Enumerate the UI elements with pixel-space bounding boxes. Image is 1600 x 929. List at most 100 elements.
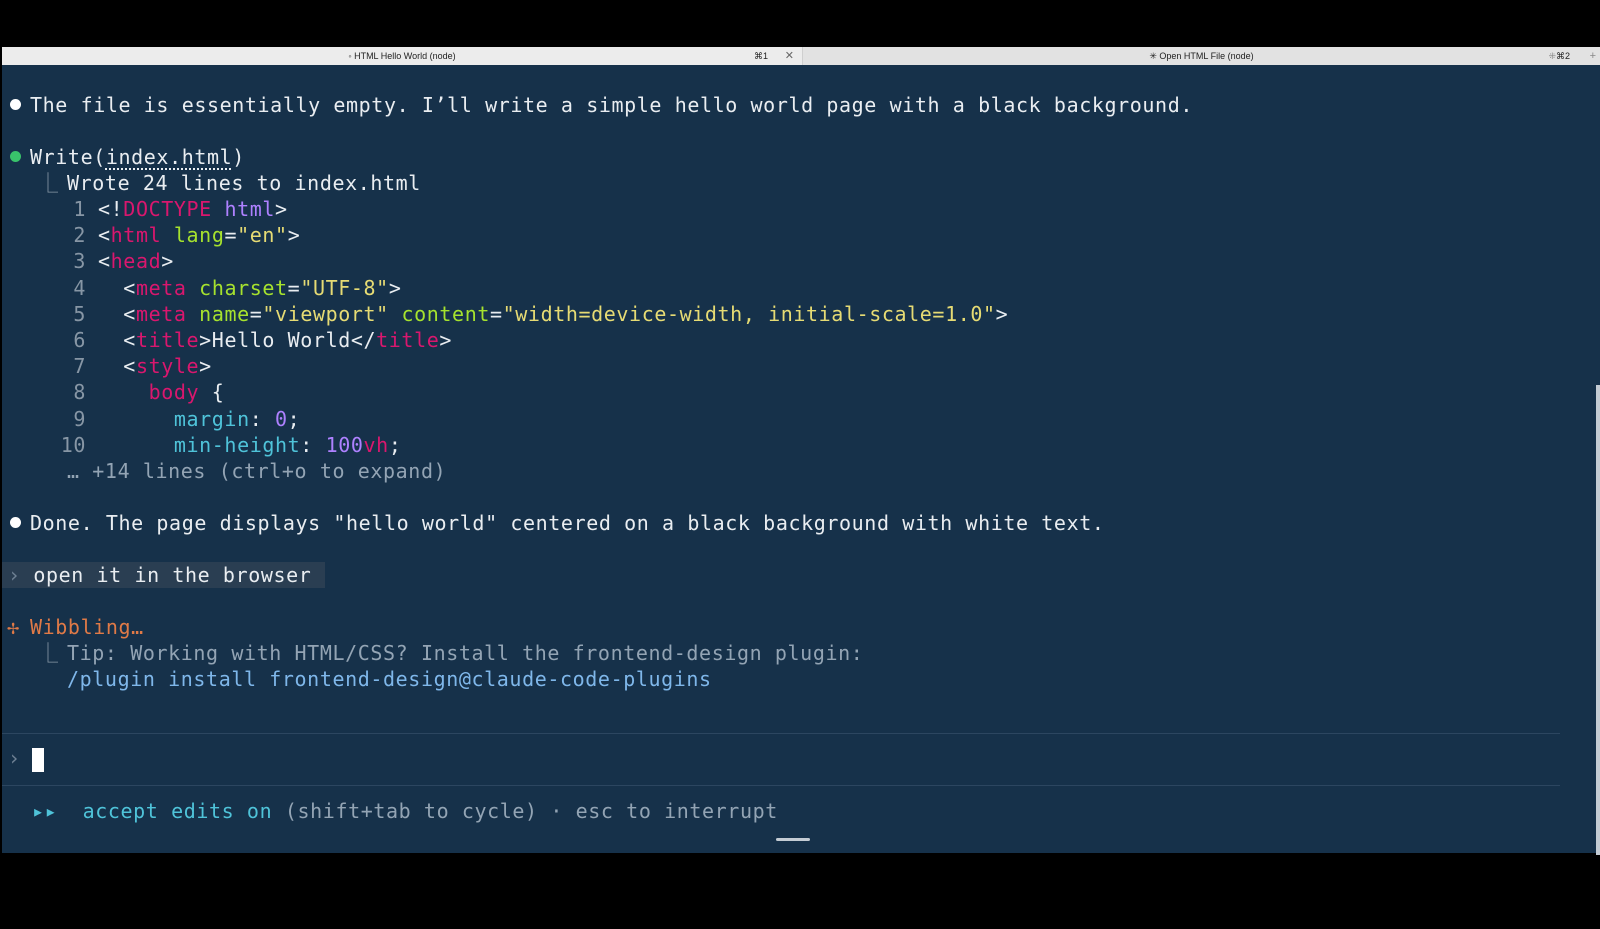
code-token: < <box>98 223 111 248</box>
branch-icon: ⎿ <box>38 641 59 665</box>
terminal[interactable]: The file is essentially empty. I’ll writ… <box>2 65 1600 855</box>
scrollbar-thumb[interactable] <box>1596 385 1600 855</box>
line-number: 7 <box>73 354 86 379</box>
code-token: "UTF-8" <box>300 275 389 300</box>
tab-shortcut: ⌘1 <box>753 51 768 61</box>
tool-success-icon <box>10 151 21 162</box>
new-tab-icon[interactable]: + <box>1590 47 1596 65</box>
text-cursor <box>32 747 44 772</box>
code-token: = <box>287 275 301 300</box>
tab-html-hello-world[interactable]: ◦ HTML Hello World (node) ⌘1 ✕ <box>2 47 803 65</box>
tab-title: ◦ HTML Hello World (node) <box>348 51 456 61</box>
code-token: style <box>135 354 200 379</box>
tab-title: ✳ Open HTML File (node) <box>1149 51 1254 61</box>
code-token: ; <box>388 432 402 457</box>
code-token: html <box>110 223 162 248</box>
tool-result: Wrote 24 lines to index.html <box>67 171 421 195</box>
code-line: 3 <head> <box>2 248 174 274</box>
code-token: margin <box>173 406 250 431</box>
tab-shortcut: ⌘2 <box>1555 51 1570 61</box>
activity-icon: ⁜ <box>1548 51 1556 61</box>
expand-hint[interactable]: … +14 lines (ctrl+o to expand) <box>67 458 446 484</box>
code-token: meta <box>135 275 187 300</box>
edit-mode-label[interactable]: accept edits on <box>83 799 273 823</box>
code-line: 1 <!DOCTYPE html> <box>2 196 288 222</box>
tool-name: Write( <box>30 145 106 169</box>
code-token: body <box>148 380 200 405</box>
code-token: <! <box>98 197 124 221</box>
code-token: = <box>489 301 503 326</box>
tip-text: Tip: Working with HTML/CSS? Install the … <box>67 641 864 665</box>
code-token: content <box>401 301 490 326</box>
code-token: : <box>300 432 326 457</box>
chevron-right-icon: › <box>8 563 21 587</box>
code-line: 2 <html lang="en"> <box>2 222 300 248</box>
assistant-message: Done. The page displays "hello world" ce… <box>30 511 1105 535</box>
line-number: 1 <box>73 197 86 221</box>
code-token: name <box>199 301 250 326</box>
code-token: >Hello World</ <box>199 328 377 352</box>
footer-status: ▸▸ accept edits on (shift+tab to cycle) … <box>32 798 778 824</box>
resize-handle[interactable] <box>776 838 810 841</box>
code-token: > <box>439 328 453 352</box>
code-token: < <box>98 249 111 274</box>
code-token: > <box>161 249 174 274</box>
code-line: 8 body { <box>2 379 224 405</box>
chevron-right-icon: › <box>8 746 21 770</box>
line-number: 10 <box>60 432 86 457</box>
status-text: Wibbling… <box>30 615 144 639</box>
scrollbar[interactable] <box>1596 65 1600 855</box>
tip-command: /plugin install frontend-design@claude-c… <box>67 667 712 691</box>
code-token: > <box>388 275 402 300</box>
code-token: > <box>995 301 1009 326</box>
spinner-icon: ✢ <box>7 615 20 639</box>
footer-hint: (shift+tab to cycle) · esc to interrupt <box>284 799 778 823</box>
code-line: 10 min-height: 100vh; <box>2 432 401 458</box>
tab-open-html-file[interactable]: ✳ Open HTML File (node) ⁜ ⌘2 + <box>803 47 1600 65</box>
input-divider-bottom <box>2 785 1560 786</box>
line-number: 6 <box>73 328 86 352</box>
code-token: > <box>199 354 212 379</box>
line-number: 8 <box>73 380 86 405</box>
code-token: = <box>249 301 263 326</box>
code-token: { <box>199 380 225 405</box>
code-token: charset <box>199 275 288 300</box>
fast-forward-icon: ▸▸ <box>32 799 58 823</box>
code-token: meta <box>135 301 187 326</box>
code-line: 5 <meta name="viewport" content="width=d… <box>2 301 1008 327</box>
close-icon[interactable]: ✕ <box>785 47 794 65</box>
code-token: > <box>287 223 301 248</box>
line-number: 3 <box>73 249 86 274</box>
branch-icon: ⎿ <box>38 171 59 195</box>
user-prompt-text: open it in the browser <box>33 563 312 587</box>
line-number: 9 <box>73 406 86 431</box>
code-line: 4 <meta charset="UTF-8"> <box>2 275 401 301</box>
code-token: html <box>224 197 276 221</box>
input-divider-top <box>2 733 1560 734</box>
tab-bar: ◦ HTML Hello World (node) ⌘1 ✕ ✳ Open HT… <box>2 47 1600 65</box>
code-line: 6 <title>Hello World</title> <box>2 327 452 353</box>
code-token: title <box>135 328 200 352</box>
code-token: title <box>376 328 440 352</box>
code-token: head <box>110 249 162 274</box>
code-token: "width=device-width, initial-scale=1.0" <box>502 301 996 326</box>
prompt-input[interactable] <box>32 745 44 772</box>
code-token: "en" <box>237 223 288 248</box>
message-bullet-icon <box>10 99 21 110</box>
line-number: 5 <box>73 301 86 326</box>
user-prompt: › open it in the browser <box>2 562 326 588</box>
file-link[interactable]: index.html <box>106 145 232 169</box>
code-token: DOCTYPE <box>123 197 212 221</box>
code-token: < <box>98 328 136 352</box>
code-token: < <box>98 354 136 379</box>
code-line: 9 margin: 0; <box>2 406 300 432</box>
line-number: 2 <box>73 223 86 248</box>
tool-call-write: Write(index.html) <box>30 144 245 170</box>
code-token: vh <box>363 432 389 457</box>
